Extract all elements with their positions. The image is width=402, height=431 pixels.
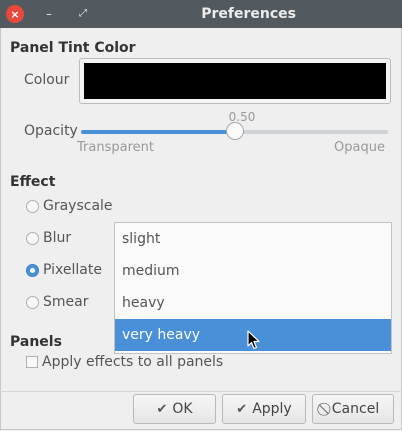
cancel-button[interactable]: ⃠ Cancel	[312, 394, 394, 424]
opacity-slider-handle[interactable]	[225, 122, 244, 140]
radio-indicator	[26, 263, 39, 277]
menu-item-heavy[interactable]: heavy	[115, 287, 391, 319]
colour-label: Colour	[24, 72, 70, 88]
apply-all-panels-checkbox[interactable]: Apply effects to all panels	[26, 354, 223, 370]
ok-button[interactable]: ✔ OK	[133, 394, 216, 424]
effect-heading: Effect	[10, 174, 56, 190]
cancel-label: Cancel	[331, 401, 380, 417]
radio-label: Pixellate	[43, 262, 102, 278]
radio-label: Smear	[43, 294, 89, 310]
radio-indicator	[26, 199, 39, 213]
radio-smear[interactable]: Smear	[26, 294, 88, 310]
footer-separator	[0, 391, 402, 392]
radio-label: Blur	[43, 230, 72, 246]
title-bar: × – ⤢ Preferences	[0, 0, 402, 28]
menu-item-slight[interactable]: slight	[115, 223, 391, 255]
radio-pixellate[interactable]: Pixellate	[26, 262, 102, 278]
opacity-label: Opacity	[24, 123, 78, 139]
ok-label: OK	[172, 401, 193, 417]
panels-heading: Panels	[10, 334, 62, 350]
window-title: Preferences	[201, 6, 296, 22]
radio-indicator	[26, 231, 39, 245]
mouse-pointer-icon	[247, 330, 260, 350]
check-icon: ✔	[236, 401, 248, 417]
check-icon: ✔	[156, 401, 168, 417]
colour-button[interactable]	[79, 58, 391, 104]
menu-item-medium[interactable]: medium	[115, 255, 391, 287]
apply-label: Apply	[252, 401, 292, 417]
opaque-label: Opaque	[334, 140, 385, 155]
panel-tint-heading: Panel Tint Color	[10, 40, 136, 56]
opacity-slider-fill	[81, 130, 235, 134]
colour-swatch	[84, 63, 386, 99]
checkbox-indicator	[26, 356, 38, 368]
radio-grayscale[interactable]: Grayscale	[26, 198, 113, 214]
apply-button[interactable]: ✔ Apply	[222, 394, 306, 424]
transparent-label: Transparent	[77, 140, 154, 155]
radio-indicator	[26, 295, 39, 309]
radio-label: Grayscale	[43, 198, 113, 214]
opacity-value: 0.50	[228, 110, 256, 124]
radio-blur[interactable]: Blur	[26, 230, 71, 246]
checkbox-label: Apply effects to all panels	[42, 354, 224, 370]
